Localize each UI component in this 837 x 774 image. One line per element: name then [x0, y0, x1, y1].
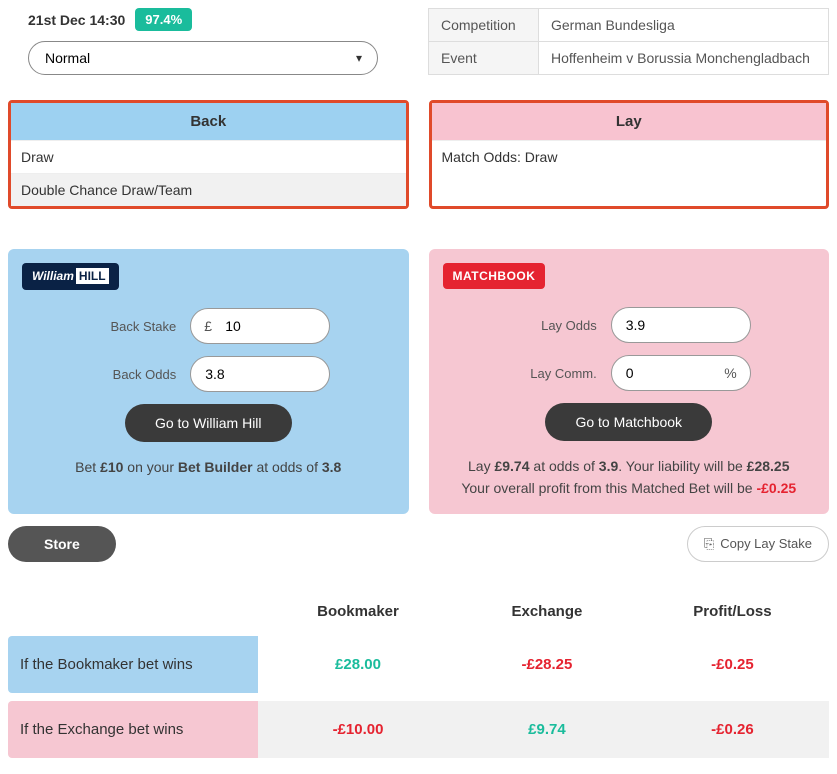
lay-summary-text: Lay £9.74 at odds of 3.9. Your liability…	[443, 455, 816, 500]
percent-symbol: %	[724, 365, 736, 381]
cell-value: £9.74	[458, 701, 636, 758]
col-bookmaker: Bookmaker	[258, 595, 458, 628]
copy-lay-stake-button[interactable]: ⎘ Copy Lay Stake	[687, 526, 829, 562]
back-summary-text: Bet £10 on your Bet Builder at odds of 3…	[22, 456, 395, 478]
event-info-table: Competition German Bundesliga Event Hoff…	[428, 8, 829, 75]
go-to-matchbook-button[interactable]: Go to Matchbook	[545, 403, 712, 441]
back-stake-label: Back Stake	[86, 319, 176, 334]
col-exchange: Exchange	[458, 595, 636, 628]
cell-value: -£0.26	[636, 701, 829, 758]
row-exchange-wins: If the Exchange bet wins -£10.00 £9.74 -…	[8, 701, 829, 758]
lay-card: MATCHBOOK Lay Odds Lay Comm. % Go to Mat…	[429, 249, 830, 514]
row-label: If the Exchange bet wins	[8, 701, 258, 758]
lay-odds-input[interactable]	[611, 307, 751, 343]
cell-value: -£0.25	[636, 636, 829, 693]
back-card: WilliamHILL Back Stake £ Back Odds Go to…	[8, 249, 409, 514]
lay-header: Lay	[432, 103, 827, 140]
store-button[interactable]: Store	[8, 526, 116, 562]
lay-selection-item[interactable]: Match Odds: Draw	[432, 140, 827, 173]
back-odds-input[interactable]	[190, 356, 330, 392]
william-hill-badge: WilliamHILL	[22, 263, 119, 290]
event-datetime: 21st Dec 14:30	[28, 12, 125, 28]
back-selection-item[interactable]: Double Chance Draw/Team	[11, 173, 406, 206]
event-label: Event	[429, 42, 539, 75]
rating-badge: 97.4%	[135, 8, 192, 31]
competition-label: Competition	[429, 9, 539, 42]
matchbook-badge: MATCHBOOK	[443, 263, 546, 289]
go-to-william-hill-button[interactable]: Go to William Hill	[125, 404, 292, 442]
col-profit-loss: Profit/Loss	[636, 595, 829, 628]
copy-icon: ⎘	[704, 536, 714, 552]
row-bookmaker-wins: If the Bookmaker bet wins £28.00 -£28.25…	[8, 636, 829, 693]
event-value: Hoffenheim v Borussia Monchengladbach	[539, 42, 829, 75]
competition-value: German Bundesliga	[539, 9, 829, 42]
results-table: Bookmaker Exchange Profit/Loss If the Bo…	[8, 587, 829, 766]
cell-value: -£10.00	[258, 701, 458, 758]
back-odds-label: Back Odds	[86, 367, 176, 382]
back-header: Back	[11, 103, 406, 140]
cell-value: £28.00	[258, 636, 458, 693]
currency-symbol: £	[204, 318, 212, 334]
lay-comm-label: Lay Comm.	[507, 366, 597, 381]
back-selections-box: Back Draw Double Chance Draw/Team	[8, 100, 409, 209]
mode-select[interactable]: Normal	[28, 41, 378, 75]
spacer	[432, 173, 827, 203]
back-selection-item[interactable]: Draw	[11, 140, 406, 173]
row-label: If the Bookmaker bet wins	[8, 636, 258, 693]
cell-value: -£28.25	[458, 636, 636, 693]
lay-odds-label: Lay Odds	[507, 318, 597, 333]
lay-selections-box: Lay Match Odds: Draw	[429, 100, 830, 209]
